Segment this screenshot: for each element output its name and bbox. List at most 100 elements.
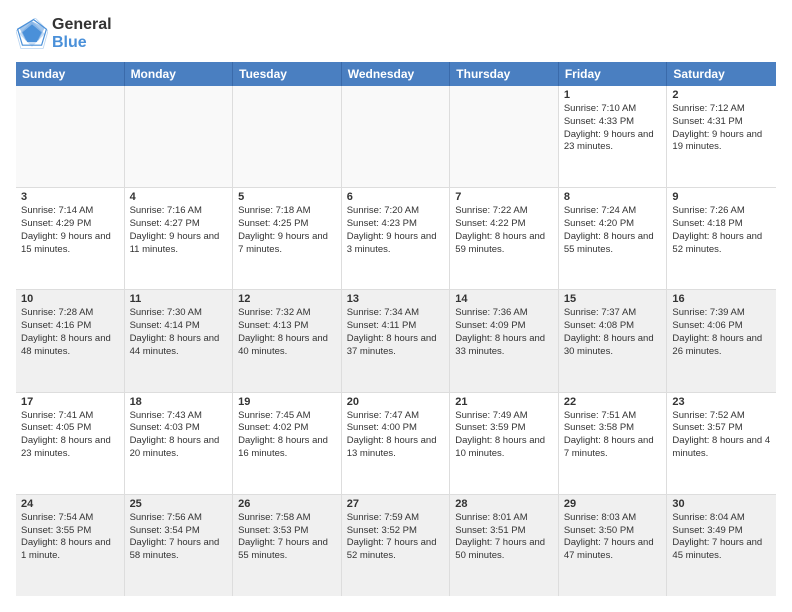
calendar-cell: 9Sunrise: 7:26 AMSunset: 4:18 PMDaylight… xyxy=(667,188,776,289)
calendar-cell: 15Sunrise: 7:37 AMSunset: 4:08 PMDayligh… xyxy=(559,290,668,391)
sunrise-text: Sunrise: 7:22 AM xyxy=(455,205,553,218)
daylight-text: Daylight: 7 hours and 55 minutes. xyxy=(238,537,336,563)
daylight-text: Daylight: 8 hours and 59 minutes. xyxy=(455,231,553,257)
daylight-text: Daylight: 8 hours and 26 minutes. xyxy=(672,333,771,359)
sunrise-text: Sunrise: 7:16 AM xyxy=(130,205,228,218)
sunset-text: Sunset: 3:59 PM xyxy=(455,422,553,435)
sunset-text: Sunset: 4:31 PM xyxy=(672,116,771,129)
logo-text: General Blue xyxy=(52,16,112,52)
daylight-text: Daylight: 8 hours and 40 minutes. xyxy=(238,333,336,359)
daylight-text: Daylight: 8 hours and 7 minutes. xyxy=(564,435,662,461)
weekday-header: Monday xyxy=(125,62,234,86)
calendar-row: 17Sunrise: 7:41 AMSunset: 4:05 PMDayligh… xyxy=(16,393,776,495)
day-number: 11 xyxy=(130,293,228,305)
daylight-text: Daylight: 8 hours and 44 minutes. xyxy=(130,333,228,359)
calendar-cell: 21Sunrise: 7:49 AMSunset: 3:59 PMDayligh… xyxy=(450,393,559,494)
sunset-text: Sunset: 4:16 PM xyxy=(21,320,119,333)
sunrise-text: Sunrise: 7:45 AM xyxy=(238,410,336,423)
calendar-cell: 28Sunrise: 8:01 AMSunset: 3:51 PMDayligh… xyxy=(450,495,559,596)
daylight-text: Daylight: 7 hours and 45 minutes. xyxy=(672,537,771,563)
calendar-cell: 27Sunrise: 7:59 AMSunset: 3:52 PMDayligh… xyxy=(342,495,451,596)
calendar-cell: 16 Sunrise: 7:39 AMSunset: 4:06 PMDayligh… xyxy=(667,290,776,391)
sunrise-text: Sunrise: 7:18 AM xyxy=(238,205,336,218)
sunset-text: Sunset: 4:14 PM xyxy=(130,320,228,333)
calendar-cell xyxy=(450,86,559,187)
calendar-cell: 1Sunrise: 7:10 AMSunset: 4:33 PMDaylight… xyxy=(559,86,668,187)
calendar-cell: 25Sunrise: 7:56 AMSunset: 3:54 PMDayligh… xyxy=(125,495,234,596)
calendar-row: 1Sunrise: 7:10 AMSunset: 4:33 PMDaylight… xyxy=(16,86,776,188)
day-number: 15 xyxy=(564,293,662,305)
sunrise-text: Sunrise: 7:30 AM xyxy=(130,307,228,320)
sunset-text: Sunset: 4:23 PM xyxy=(347,218,445,231)
daylight-text: Daylight: 8 hours and 48 minutes. xyxy=(21,333,119,359)
calendar-cell: 17Sunrise: 7:41 AMSunset: 4:05 PMDayligh… xyxy=(16,393,125,494)
day-number: 23 xyxy=(672,396,771,408)
day-number: 3 xyxy=(21,191,119,203)
calendar-cell: 14Sunrise: 7:36 AMSunset: 4:09 PMDayligh… xyxy=(450,290,559,391)
sunrise-text: Sunrise: 7:39 AM xyxy=(672,307,771,320)
logo-icon xyxy=(16,18,48,50)
day-number: 13 xyxy=(347,293,445,305)
daylight-text: Daylight: 7 hours and 47 minutes. xyxy=(564,537,662,563)
sunrise-text: Sunrise: 7:34 AM xyxy=(347,307,445,320)
day-number: 5 xyxy=(238,191,336,203)
sunset-text: Sunset: 4:03 PM xyxy=(130,422,228,435)
calendar-row: 3Sunrise: 7:14 AMSunset: 4:29 PMDaylight… xyxy=(16,188,776,290)
day-number: 7 xyxy=(455,191,553,203)
calendar-cell xyxy=(16,86,125,187)
day-number: 16 xyxy=(672,293,771,305)
calendar-cell xyxy=(342,86,451,187)
sunset-text: Sunset: 4:29 PM xyxy=(21,218,119,231)
sunrise-text: Sunrise: 7:43 AM xyxy=(130,410,228,423)
day-number: 28 xyxy=(455,498,553,510)
sunrise-text: Sunrise: 8:01 AM xyxy=(455,512,553,525)
weekday-header: Saturday xyxy=(667,62,776,86)
day-number: 1 xyxy=(564,89,662,101)
calendar-cell: 24Sunrise: 7:54 AMSunset: 3:55 PMDayligh… xyxy=(16,495,125,596)
daylight-text: Daylight: 8 hours and 20 minutes. xyxy=(130,435,228,461)
sunrise-text: Sunrise: 7:58 AM xyxy=(238,512,336,525)
day-number: 27 xyxy=(347,498,445,510)
weekday-header: Wednesday xyxy=(342,62,451,86)
sunset-text: Sunset: 4:22 PM xyxy=(455,218,553,231)
calendar-cell: 3Sunrise: 7:14 AMSunset: 4:29 PMDaylight… xyxy=(16,188,125,289)
calendar-cell: 11 Sunrise: 7:30 AMSunset: 4:14 PMDayligh… xyxy=(125,290,234,391)
daylight-text: Daylight: 9 hours and 23 minutes. xyxy=(564,129,662,155)
daylight-text: Daylight: 8 hours and 30 minutes. xyxy=(564,333,662,359)
sunrise-text: Sunrise: 7:51 AM xyxy=(564,410,662,423)
sunset-text: Sunset: 4:18 PM xyxy=(672,218,771,231)
sunrise-text: Sunrise: 8:03 AM xyxy=(564,512,662,525)
sunrise-text: Sunrise: 7:49 AM xyxy=(455,410,553,423)
sunset-text: Sunset: 4:06 PM xyxy=(672,320,771,333)
weekday-header: Thursday xyxy=(450,62,559,86)
calendar-cell: 30Sunrise: 8:04 AMSunset: 3:49 PMDayligh… xyxy=(667,495,776,596)
sunrise-text: Sunrise: 7:24 AM xyxy=(564,205,662,218)
calendar-cell: 5Sunrise: 7:18 AMSunset: 4:25 PMDaylight… xyxy=(233,188,342,289)
sunset-text: Sunset: 3:58 PM xyxy=(564,422,662,435)
daylight-text: Daylight: 9 hours and 3 minutes. xyxy=(347,231,445,257)
day-number: 6 xyxy=(347,191,445,203)
sunset-text: Sunset: 3:51 PM xyxy=(455,525,553,538)
page: General Blue SundayMondayTuesdayWednesda… xyxy=(0,0,792,612)
day-number: 19 xyxy=(238,396,336,408)
daylight-text: Daylight: 7 hours and 58 minutes. xyxy=(130,537,228,563)
sunset-text: Sunset: 4:02 PM xyxy=(238,422,336,435)
sunset-text: Sunset: 3:55 PM xyxy=(21,525,119,538)
calendar-cell xyxy=(233,86,342,187)
calendar-cell xyxy=(125,86,234,187)
calendar-cell: 8Sunrise: 7:24 AMSunset: 4:20 PMDaylight… xyxy=(559,188,668,289)
sunrise-text: Sunrise: 7:10 AM xyxy=(564,103,662,116)
daylight-text: Daylight: 9 hours and 19 minutes. xyxy=(672,129,771,155)
sunset-text: Sunset: 4:13 PM xyxy=(238,320,336,333)
calendar-cell: 22Sunrise: 7:51 AMSunset: 3:58 PMDayligh… xyxy=(559,393,668,494)
day-number: 18 xyxy=(130,396,228,408)
sunset-text: Sunset: 4:20 PM xyxy=(564,218,662,231)
sunset-text: Sunset: 4:27 PM xyxy=(130,218,228,231)
sunrise-text: Sunrise: 7:26 AM xyxy=(672,205,771,218)
sunrise-text: Sunrise: 8:04 AM xyxy=(672,512,771,525)
calendar-body: 1Sunrise: 7:10 AMSunset: 4:33 PMDaylight… xyxy=(16,86,776,596)
sunset-text: Sunset: 4:05 PM xyxy=(21,422,119,435)
weekday-header: Sunday xyxy=(16,62,125,86)
daylight-text: Daylight: 8 hours and 23 minutes. xyxy=(21,435,119,461)
sunset-text: Sunset: 3:50 PM xyxy=(564,525,662,538)
